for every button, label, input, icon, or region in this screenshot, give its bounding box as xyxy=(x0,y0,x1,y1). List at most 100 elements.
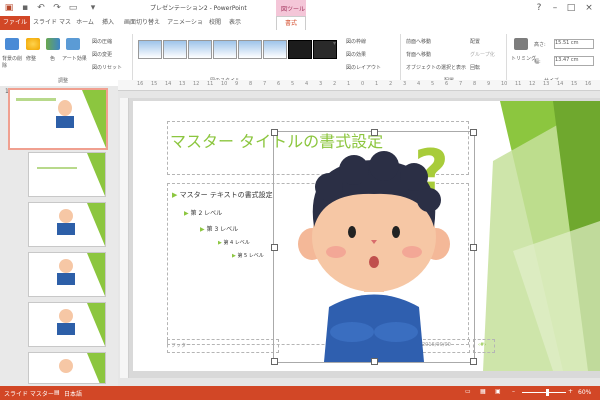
resize-handle[interactable] xyxy=(470,129,477,136)
zoom-out-icon[interactable]: – xyxy=(512,388,515,395)
rotate-button[interactable]: 回転 xyxy=(470,64,480,71)
ruler-tick-label: 8 xyxy=(473,81,477,87)
artistic-effects-label[interactable]: アート効果 xyxy=(62,55,88,62)
minimize-icon[interactable]: – xyxy=(548,2,562,14)
picture-style-3[interactable] xyxy=(188,40,212,59)
help-icon[interactable]: ? xyxy=(532,2,546,14)
redo-icon[interactable]: ↷ xyxy=(52,3,62,13)
page-number-text: ‹#› xyxy=(478,342,487,348)
tab-file[interactable]: ファイル xyxy=(0,16,30,30)
resize-handle[interactable] xyxy=(470,358,477,365)
ruler-tick-label: 9 xyxy=(487,81,491,87)
zoom-slider-thumb[interactable] xyxy=(546,389,549,396)
zoom-slider-track[interactable] xyxy=(522,392,566,393)
bullet-text: 第 2 レベル xyxy=(190,210,223,217)
zoom-level[interactable]: 60% xyxy=(578,389,591,396)
sorter-view-icon[interactable]: ▦ xyxy=(480,388,486,395)
ruler-tick-label: 9 xyxy=(235,81,239,87)
maximize-icon[interactable]: □ xyxy=(564,2,578,14)
remove-background-icon[interactable] xyxy=(5,38,19,50)
reset-picture-button[interactable]: 図のリセット xyxy=(92,64,122,71)
ruler-tick-label: 10 xyxy=(221,81,228,87)
compress-pictures-button[interactable]: 図の圧縮 xyxy=(92,38,112,45)
send-backward-button[interactable]: 背面へ移動 xyxy=(406,51,431,58)
picture-effects-button[interactable]: 図の効果 xyxy=(346,51,366,58)
thumb-title-line xyxy=(16,98,56,101)
layout-thumbnail-4[interactable] xyxy=(28,302,106,347)
adjust-group-label: 調整 xyxy=(58,78,69,84)
start-slideshow-icon[interactable]: ▭ xyxy=(68,3,78,13)
remove-background-label[interactable]: 背景の削除 xyxy=(2,55,24,69)
color-label[interactable]: 色 xyxy=(50,55,55,62)
bring-forward-button[interactable]: 前面へ移動 xyxy=(406,38,431,45)
ruler-tick-label: 3 xyxy=(403,81,407,87)
normal-view-icon[interactable]: ▭ xyxy=(465,388,471,395)
thumb-green-shape xyxy=(87,353,105,383)
picture-style-5[interactable] xyxy=(238,40,262,59)
width-input[interactable]: 13.47 cm xyxy=(554,56,594,66)
picture-style-2[interactable] xyxy=(163,40,187,59)
master-thumbnail[interactable] xyxy=(8,88,108,150)
gallery-more-icon[interactable]: ▾ xyxy=(333,40,336,47)
picture-layout-button[interactable]: 図のレイアウト xyxy=(346,64,381,71)
close-icon[interactable]: × xyxy=(582,2,596,14)
context-tab-label: 図ツール xyxy=(281,6,306,13)
boy-illustration-selection[interactable]: ? xyxy=(271,129,477,365)
footer-placeholder[interactable]: フッター xyxy=(167,339,279,353)
quick-access-dropdown-icon[interactable]: ▾ xyxy=(88,3,98,13)
horizontal-ruler: 16 15 14 13 12 11 10 9 8 7 6 5 4 3 2 1 0 1 2 3 4 5 6 7 8 9 10 11 12 1… xyxy=(118,80,600,91)
picture-style-1[interactable] xyxy=(138,40,162,59)
width-label: 幅: xyxy=(534,59,541,65)
undo-icon[interactable]: ↶ xyxy=(36,3,46,13)
resize-handle[interactable] xyxy=(271,358,278,365)
separator xyxy=(506,34,507,82)
selection-pane-button[interactable]: オブジェクトの選択と表示 xyxy=(406,64,466,71)
tab-insert[interactable]: 挿入 xyxy=(98,16,118,30)
color-icon[interactable] xyxy=(46,38,60,50)
resize-handle[interactable] xyxy=(470,244,477,251)
reading-view-icon[interactable]: ▣ xyxy=(495,388,501,395)
resize-handle[interactable] xyxy=(371,129,378,136)
group-button[interactable]: グループ化 xyxy=(470,51,495,58)
ruler-tick-label: 1 xyxy=(347,81,351,87)
change-picture-button[interactable]: 図の変更 xyxy=(92,51,112,58)
height-input[interactable]: 15.51 cm xyxy=(554,39,594,49)
language-label[interactable]: 日本語 xyxy=(64,389,82,398)
picture-style-4[interactable] xyxy=(213,40,237,59)
slide-canvas[interactable]: マスター タイトルの書式設定 ▶ マスター テキストの書式設定 ▶ 第 2 レベ… xyxy=(133,101,600,371)
corrections-label[interactable]: 修整 xyxy=(26,55,36,62)
language-icon[interactable]: ▤ xyxy=(54,389,60,396)
artistic-effects-icon[interactable] xyxy=(66,38,80,50)
thumb-boy-body xyxy=(57,323,75,335)
layout-thumbnail-5[interactable] xyxy=(28,352,106,384)
tab-review[interactable]: 校閲 xyxy=(206,16,224,30)
save-icon[interactable]: ▪ xyxy=(20,3,30,13)
layout-thumbnail-1[interactable] xyxy=(28,152,106,197)
tab-transitions[interactable]: 画面切り替え xyxy=(120,16,164,30)
zoom-in-icon[interactable]: + xyxy=(568,388,573,395)
ruler-tick-label: 3 xyxy=(319,81,323,87)
picture-style-6[interactable] xyxy=(263,40,287,59)
crop-label[interactable]: トリミング xyxy=(511,55,536,62)
layout-thumbnail-3[interactable] xyxy=(28,252,106,297)
corrections-icon[interactable] xyxy=(26,38,40,50)
ruler-tick-label: 7 xyxy=(263,81,267,87)
tab-slide-master[interactable]: スライド マスター xyxy=(32,16,72,40)
ruler-tick-label: 14 xyxy=(557,81,564,87)
page-number-placeholder[interactable]: ‹#› xyxy=(473,339,495,353)
layout-thumbnail-2[interactable] xyxy=(28,202,106,247)
picture-border-button[interactable]: 図の枠線 xyxy=(346,38,366,45)
picture-style-7[interactable] xyxy=(288,40,312,59)
tab-home[interactable]: ホーム xyxy=(74,16,96,30)
tab-animations[interactable]: アニメーション xyxy=(166,16,204,40)
tab-format[interactable]: 書式 xyxy=(276,16,306,30)
resize-handle[interactable] xyxy=(271,129,278,136)
align-button[interactable]: 配置 xyxy=(470,38,480,45)
crop-icon[interactable] xyxy=(514,38,528,50)
separator xyxy=(132,34,133,82)
tab-view[interactable]: 表示 xyxy=(226,16,244,30)
ruler-tick-label: 16 xyxy=(137,81,144,87)
resize-handle[interactable] xyxy=(271,244,278,251)
resize-handle[interactable] xyxy=(371,358,378,365)
slide-thumbnail-pane: 1 xyxy=(0,86,118,386)
